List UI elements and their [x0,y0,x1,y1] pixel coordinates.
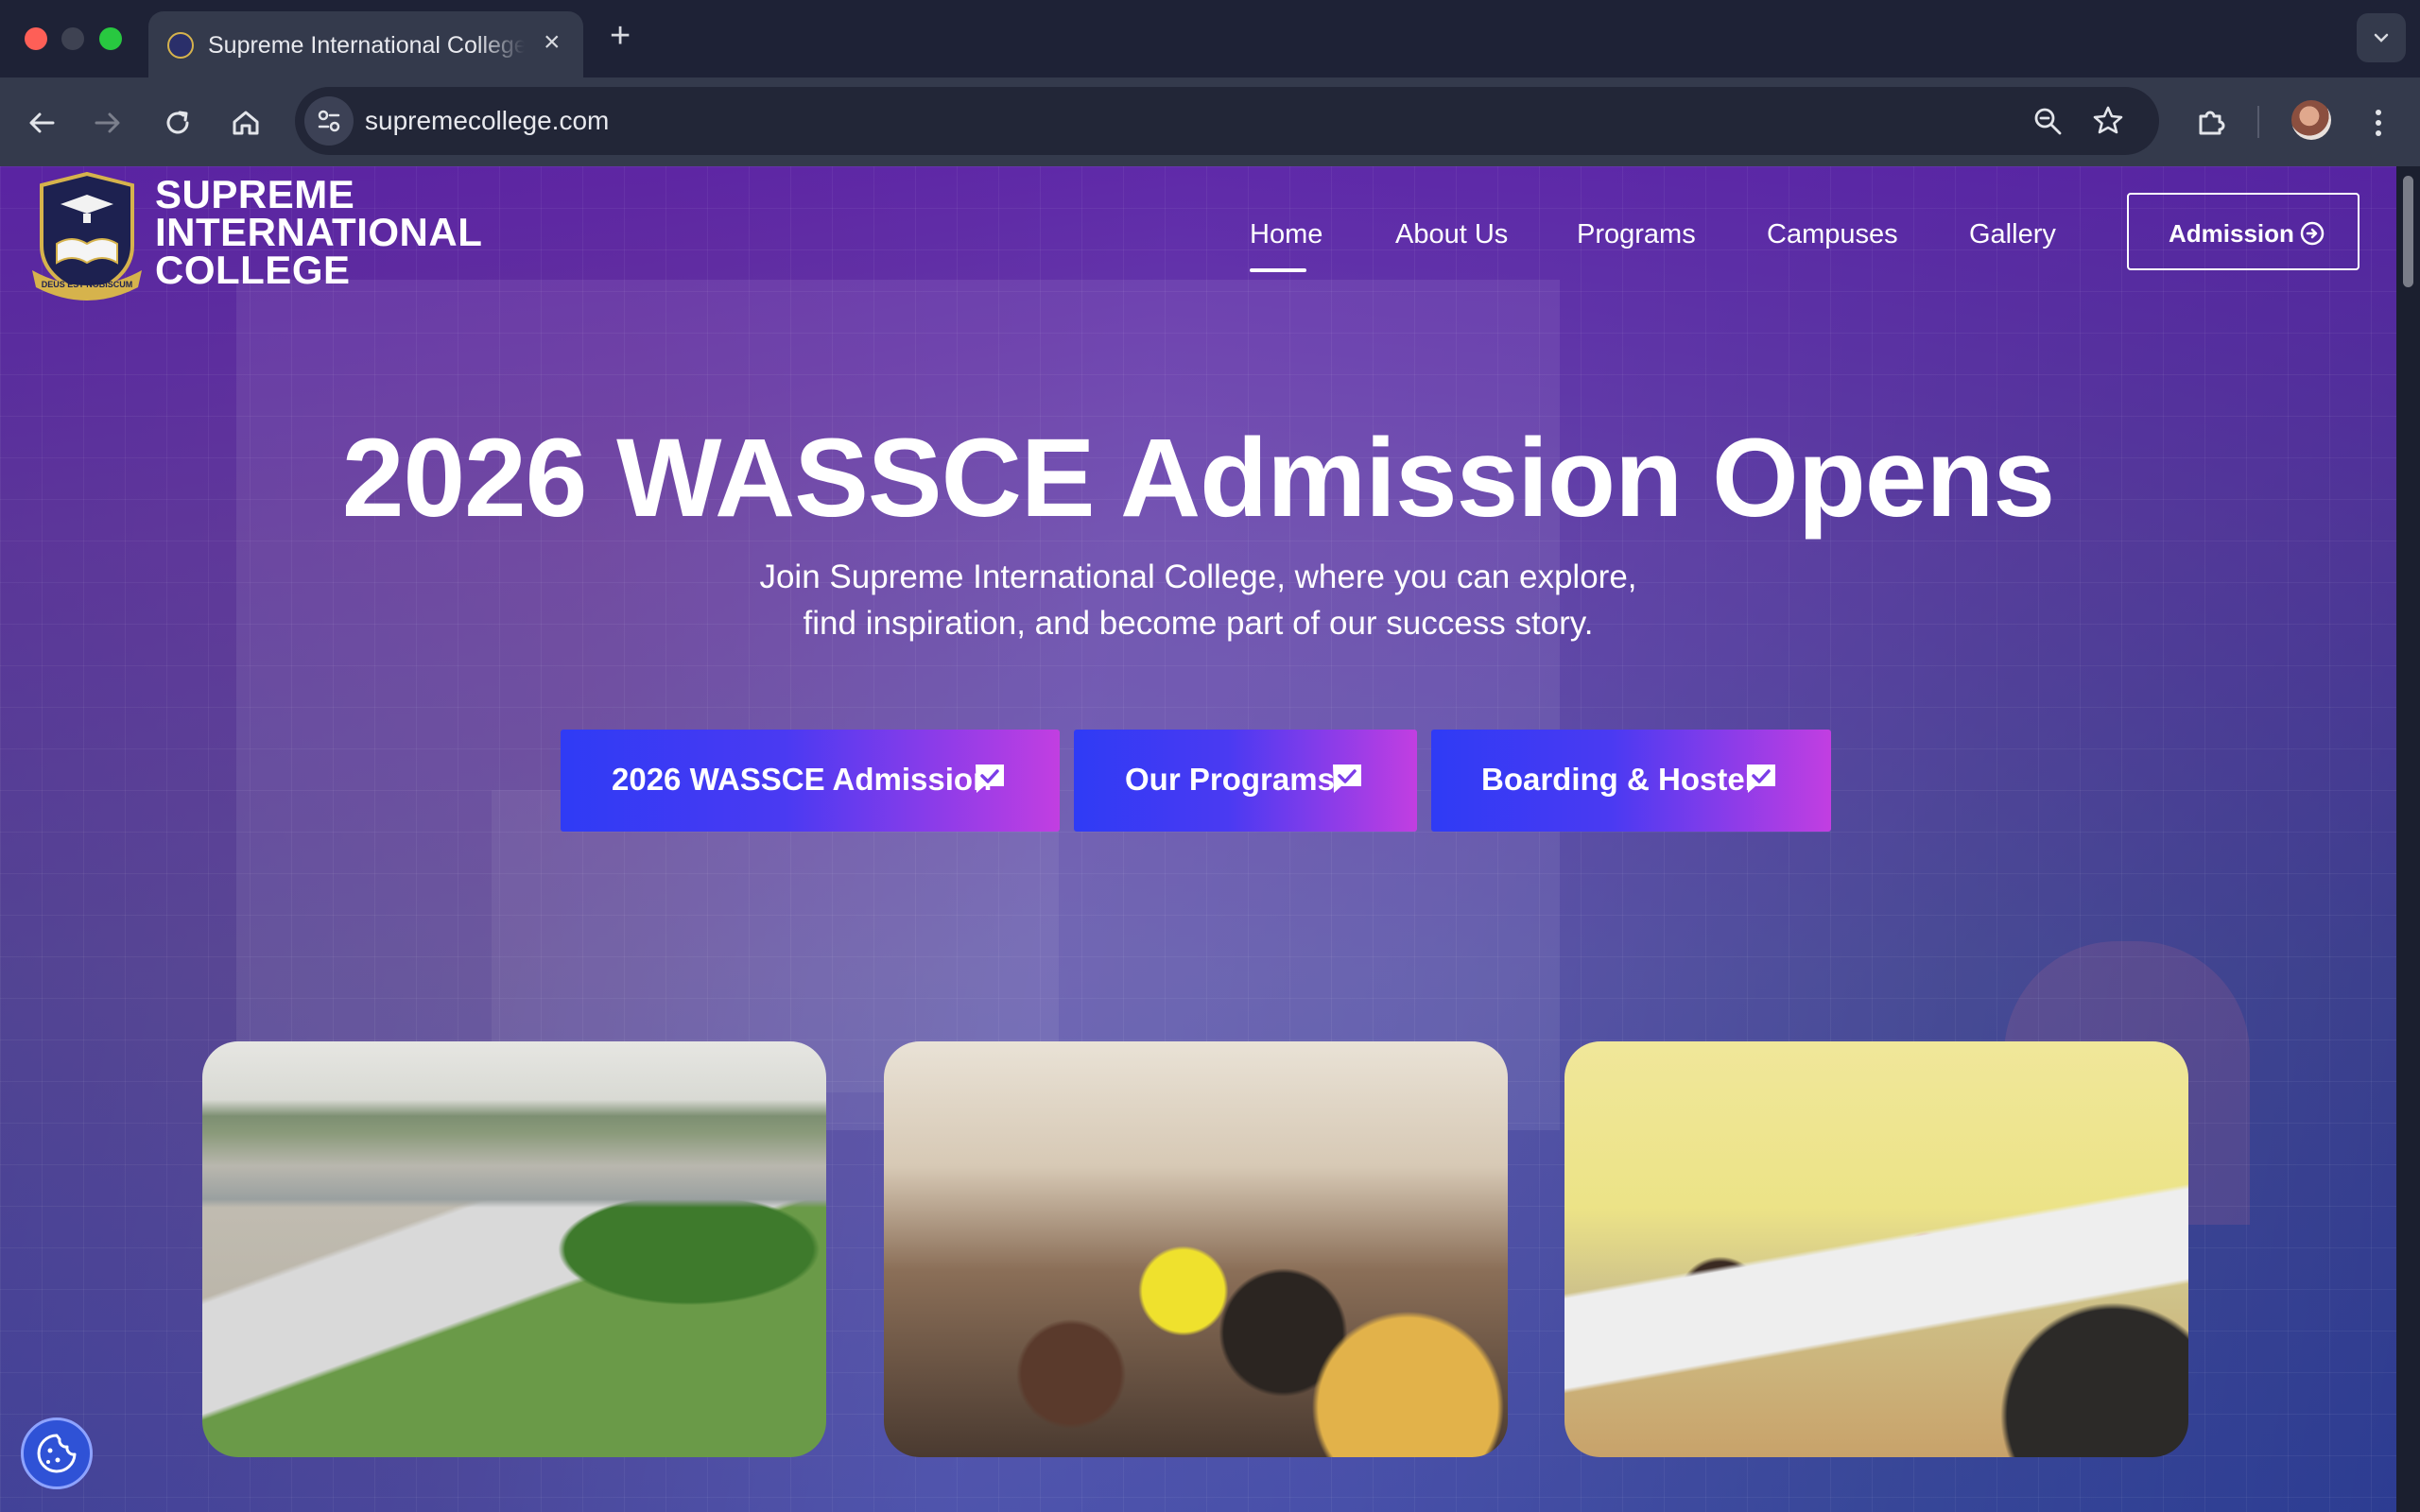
nav-about-us[interactable]: About Us [1395,219,1508,250]
window-close-button[interactable] [25,27,47,50]
page-viewport: DEUS EST NOBISCUM SUPREME INTERNATIONAL … [0,166,2396,1512]
zoom-icon[interactable] [2031,104,2065,138]
url-text: supremecollege.com [365,106,610,135]
window-zoom-button[interactable] [99,27,122,50]
hero-subtitle-line-2: find inspiration, and become part of our… [803,605,1594,642]
address-bar[interactable]: supremecollege.com [295,87,2159,155]
browser-toolbar: supremecollege.com [0,77,2420,166]
reload-icon[interactable] [157,102,199,144]
more-menu-icon[interactable] [2358,102,2399,144]
page-scrollbar[interactable] [2396,166,2420,1512]
forward-icon[interactable] [87,102,129,144]
svg-text:DEUS EST NOBISCUM: DEUS EST NOBISCUM [42,280,133,289]
nav-home[interactable]: Home [1250,219,1322,250]
nav-programs[interactable]: Programs [1577,219,1696,250]
tab-close-icon[interactable]: × [544,28,561,57]
tab-title: Supreme International College [208,32,525,59]
cta-label: Our Programs [1125,762,1335,797]
message-check-icon [976,765,1004,793]
new-tab-button[interactable]: + [610,17,631,55]
cookie-settings-button[interactable] [21,1418,93,1489]
nav-active-indicator [1250,268,1306,272]
favicon-icon [167,32,194,59]
message-check-icon [1747,765,1775,793]
cta-wassce-admission-button[interactable]: 2026 WASSCE Admission [561,730,1060,832]
browser-tab-active[interactable]: Supreme International College × [148,11,583,77]
site-header: DEUS EST NOBISCUM SUPREME INTERNATIONAL … [0,166,2396,301]
hero-title: 2026 WASSCE Admission Opens [341,416,2055,541]
toolbar-separator [2257,106,2259,138]
hero-subtitle-line-1: Join Supreme International College, wher… [759,558,1637,595]
arrow-circle-right-icon [2300,221,2325,246]
brand-name[interactable]: SUPREME INTERNATIONAL COLLEGE [155,172,483,292]
hero-subtitle: Join Supreme International College, wher… [0,554,2396,646]
message-check-icon [1333,765,1361,793]
classroom-students-photo [1564,1041,2188,1457]
students-seminar-photo [884,1041,1508,1457]
cta-boarding-hostel-button[interactable]: Boarding & Hostel [1431,730,1831,832]
tune-icon [318,110,340,132]
tab-search-button[interactable] [2357,13,2406,62]
nav-gallery[interactable]: Gallery [1969,219,2056,250]
bookmark-star-icon[interactable] [2091,104,2125,138]
brand-line-2: INTERNATIONAL [155,210,483,254]
window-minimize-button[interactable] [61,27,84,50]
cta-label: 2026 WASSCE Admission [612,762,993,797]
admission-button-label: Admission [2169,219,2294,248]
nav-campuses[interactable]: Campuses [1767,219,1898,250]
extensions-icon[interactable] [2189,102,2231,144]
cookie-icon [37,1434,77,1473]
college-crest-logo[interactable]: DEUS EST NOBISCUM [28,172,146,304]
site-info-button[interactable] [304,96,354,146]
chevron-down-icon [2374,33,2389,43]
cta-our-programs-button[interactable]: Our Programs [1074,730,1417,832]
cta-label: Boarding & Hostel [1481,762,1754,797]
browser-tab-strip: Supreme International College × + [0,0,2420,77]
profile-avatar[interactable] [2291,100,2331,140]
brand-line-3: COLLEGE [155,248,351,292]
brand-line-1: SUPREME [155,172,355,216]
campus-aerial-photo [202,1041,826,1457]
scrollbar-thumb[interactable] [2403,176,2413,287]
admission-button[interactable]: Admission [2127,193,2360,270]
home-icon[interactable] [225,102,267,144]
back-icon[interactable] [21,102,62,144]
